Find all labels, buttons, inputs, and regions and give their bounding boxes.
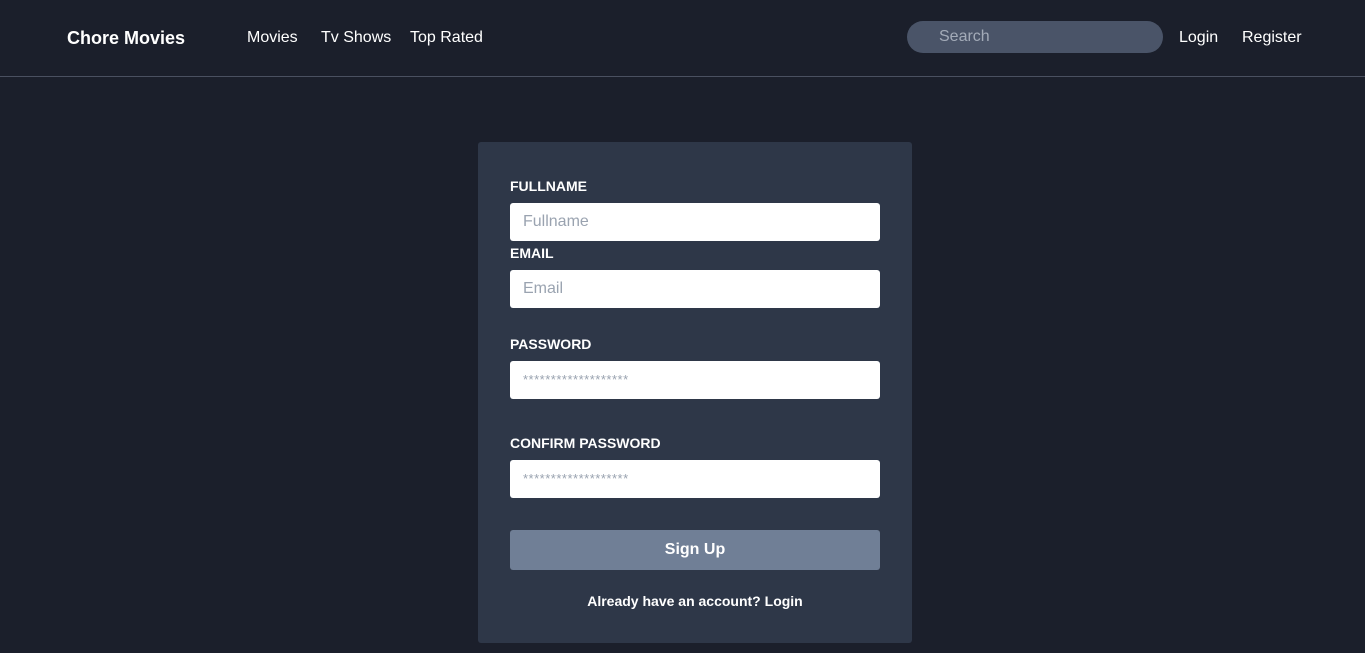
login-prompt: Already have an account? Login	[478, 593, 912, 609]
confirm-password-label: CONFIRM PASSWORD	[510, 435, 661, 451]
login-link[interactable]: Login	[765, 593, 803, 609]
login-prompt-text: Already have an account?	[587, 593, 761, 609]
top-navbar: Chore Movies Movies Tv Shows Top Rated L…	[0, 0, 1365, 77]
brand-logo[interactable]: Chore Movies	[67, 27, 185, 49]
signup-form: FULLNAME EMAIL PASSWORD CONFIRM PASSWORD…	[478, 142, 912, 643]
nav-link-login[interactable]: Login	[1179, 28, 1218, 48]
nav-link-top-rated[interactable]: Top Rated	[410, 28, 483, 48]
confirm-password-input[interactable]	[510, 460, 880, 498]
nav-link-register[interactable]: Register	[1242, 28, 1302, 48]
sign-up-button[interactable]: Sign Up	[510, 530, 880, 570]
password-input[interactable]	[510, 361, 880, 399]
nav-link-movies[interactable]: Movies	[247, 28, 298, 48]
password-label: PASSWORD	[510, 336, 592, 352]
fullname-input[interactable]	[510, 203, 880, 241]
email-input[interactable]	[510, 270, 880, 308]
fullname-label: FULLNAME	[510, 178, 587, 194]
email-label: EMAIL	[510, 245, 554, 261]
search-input[interactable]	[907, 21, 1163, 53]
nav-link-tv-shows[interactable]: Tv Shows	[321, 28, 391, 48]
